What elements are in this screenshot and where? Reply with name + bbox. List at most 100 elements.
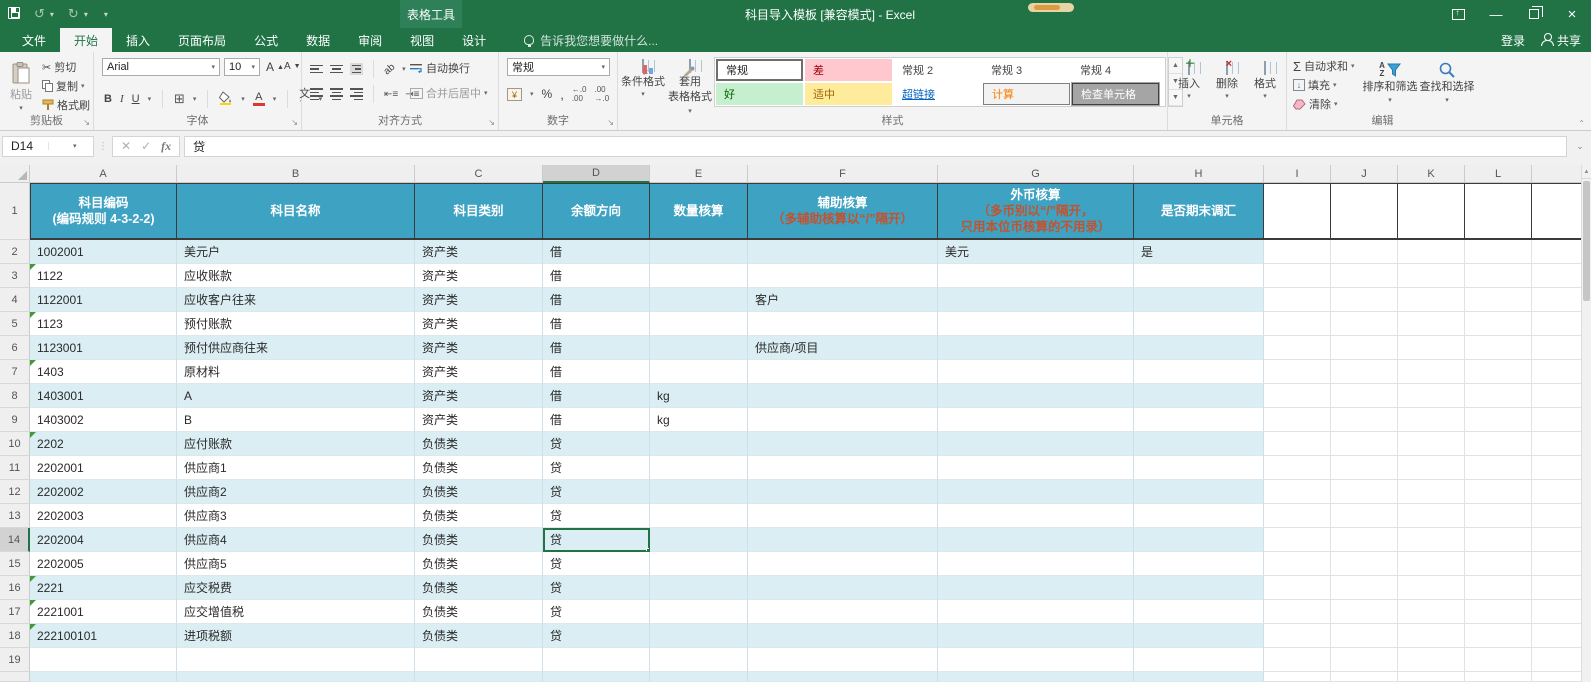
font-name-combo[interactable]: Arial ▾ — [102, 58, 220, 76]
cell-I1[interactable] — [1264, 183, 1331, 240]
cell-E4[interactable] — [650, 288, 748, 312]
cell-B19[interactable] — [177, 648, 415, 672]
cell-L14[interactable] — [1465, 528, 1532, 552]
cell-G16[interactable] — [938, 576, 1134, 600]
cell-I11[interactable] — [1264, 456, 1331, 480]
cell-F16[interactable] — [748, 576, 938, 600]
cell-A4[interactable]: 1122001 — [30, 288, 177, 312]
cell-style-1[interactable]: 差 — [805, 59, 892, 81]
header-cell-G1[interactable]: 外币核算 （多币别以“/”隔开， 只用本位币核算的不用录） — [938, 183, 1134, 240]
header-cell-H1[interactable]: 是否期末调汇 — [1134, 183, 1264, 240]
cell-style-7[interactable]: 超链接 — [894, 83, 981, 105]
row-header-6[interactable]: 6 — [0, 336, 30, 360]
redo-button[interactable]: ↻ — [68, 6, 79, 22]
row-header-8[interactable]: 8 — [0, 384, 30, 408]
cell-L13[interactable] — [1465, 504, 1532, 528]
restore-button[interactable] — [1515, 0, 1553, 28]
cell-style-3[interactable]: 常规 3 — [983, 59, 1070, 81]
percent-style-button[interactable]: % — [542, 87, 553, 101]
cell-A10[interactable]: 2202 — [30, 432, 177, 456]
cell-D6[interactable]: 借 — [543, 336, 650, 360]
cell-E2[interactable] — [650, 240, 748, 264]
select-all-corner[interactable] — [0, 165, 30, 183]
cell-L17[interactable] — [1465, 600, 1532, 624]
cell-partial-13[interactable] — [1532, 504, 1582, 528]
cell-A3[interactable]: 1122 — [30, 264, 177, 288]
cell-style-6[interactable]: 适中 — [805, 83, 892, 105]
cell-C18[interactable]: 负债类 — [415, 624, 543, 648]
cell-C16[interactable]: 负债类 — [415, 576, 543, 600]
cell-B18[interactable]: 进项税额 — [177, 624, 415, 648]
cell-G5[interactable] — [938, 312, 1134, 336]
collapse-ribbon-button[interactable]: ⌃ — [1578, 119, 1585, 128]
cell-D18[interactable]: 贷 — [543, 624, 650, 648]
cell-K20-partial[interactable] — [1398, 672, 1465, 682]
cell-L10[interactable] — [1465, 432, 1532, 456]
cell-partial-5[interactable] — [1532, 312, 1582, 336]
cell-L15[interactable] — [1465, 552, 1532, 576]
tab-4[interactable]: 公式 — [240, 28, 292, 52]
cell-K1[interactable] — [1398, 183, 1465, 240]
cell-E7[interactable] — [650, 360, 748, 384]
cell-D20-partial[interactable] — [543, 672, 650, 682]
col-header-F[interactable]: F — [748, 165, 938, 183]
cell-A18[interactable]: 222100101 — [30, 624, 177, 648]
cell-K12[interactable] — [1398, 480, 1465, 504]
cell-G20-partial[interactable] — [938, 672, 1134, 682]
cell-C15[interactable]: 负债类 — [415, 552, 543, 576]
cell-I3[interactable] — [1264, 264, 1331, 288]
cell-C8[interactable]: 资产类 — [415, 384, 543, 408]
cell-C13[interactable]: 负债类 — [415, 504, 543, 528]
cell-F5[interactable] — [748, 312, 938, 336]
cell-F12[interactable] — [748, 480, 938, 504]
cell-H6[interactable] — [1134, 336, 1264, 360]
cell-C10[interactable]: 负债类 — [415, 432, 543, 456]
cell-style-8[interactable]: 计算 — [983, 83, 1070, 105]
cell-L7[interactable] — [1465, 360, 1532, 384]
cell-H13[interactable] — [1134, 504, 1264, 528]
paste-button[interactable]: 粘贴 ▾ — [4, 56, 38, 113]
cell-I14[interactable] — [1264, 528, 1331, 552]
cell-I8[interactable] — [1264, 384, 1331, 408]
cell-C7[interactable]: 资产类 — [415, 360, 543, 384]
cell-H11[interactable] — [1134, 456, 1264, 480]
cell-I20-partial[interactable] — [1264, 672, 1331, 682]
cell-J4[interactable] — [1331, 288, 1398, 312]
row-header-13[interactable]: 13 — [0, 504, 30, 528]
shrink-font-button[interactable]: A ▼ — [284, 61, 301, 72]
header-cell-C1[interactable]: 科目类别 — [415, 183, 543, 240]
cell-I6[interactable] — [1264, 336, 1331, 360]
cell-H9[interactable] — [1134, 408, 1264, 432]
font-dialog-launcher[interactable]: ↘ — [291, 118, 298, 127]
row-header-7[interactable]: 7 — [0, 360, 30, 384]
cell-K19[interactable] — [1398, 648, 1465, 672]
cell-J20-partial[interactable] — [1331, 672, 1398, 682]
cell-I7[interactable] — [1264, 360, 1331, 384]
align-center-icon[interactable] — [330, 88, 343, 100]
cell-H4[interactable] — [1134, 288, 1264, 312]
borders-dropdown[interactable]: ▾ — [193, 95, 197, 103]
cell-E6[interactable] — [650, 336, 748, 360]
cell-E15[interactable] — [650, 552, 748, 576]
vertical-scrollbar[interactable]: ▲ — [1581, 165, 1591, 682]
cell-K3[interactable] — [1398, 264, 1465, 288]
redo-dropdown[interactable]: ▾ — [84, 10, 88, 19]
align-middle-icon[interactable] — [330, 64, 343, 74]
col-header-D[interactable]: D — [543, 165, 650, 183]
cell-partial-4[interactable] — [1532, 288, 1582, 312]
name-box-dropdown[interactable]: ▾ — [47, 142, 94, 150]
cell-partial-6[interactable] — [1532, 336, 1582, 360]
cell-K16[interactable] — [1398, 576, 1465, 600]
decrease-indent-button[interactable]: ⇤≡ — [384, 89, 398, 100]
cell-J17[interactable] — [1331, 600, 1398, 624]
cell-partial-20[interactable] — [1532, 672, 1582, 682]
grow-font-button[interactable]: A ▲ — [266, 60, 284, 74]
cell-partial-17[interactable] — [1532, 600, 1582, 624]
cell-E11[interactable] — [650, 456, 748, 480]
cell-I19[interactable] — [1264, 648, 1331, 672]
cell-J5[interactable] — [1331, 312, 1398, 336]
name-box[interactable]: D14 ▾ — [2, 135, 94, 157]
font-color-dropdown[interactable]: ▾ — [273, 95, 277, 103]
cell-E10[interactable] — [650, 432, 748, 456]
cell-E18[interactable] — [650, 624, 748, 648]
